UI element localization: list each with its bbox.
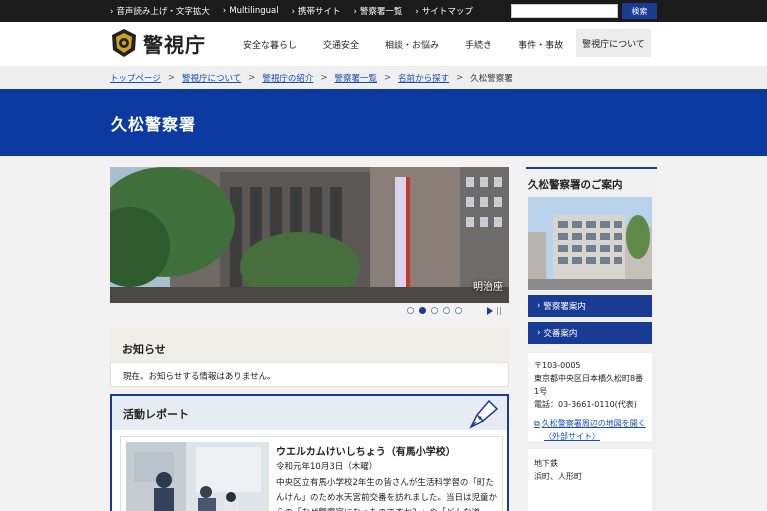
breadcrumb-separator: > bbox=[320, 72, 328, 83]
global-nav: 安全な暮らし 交通安全 相談・お悩み 手続き 事件・事故 警視庁について bbox=[230, 22, 651, 66]
breadcrumb-list: トップページ > 警視庁について > 警視庁の紹介 > 警察署一覧 > 名前から… bbox=[110, 66, 513, 89]
report-header: 活動レポート bbox=[112, 396, 507, 430]
title-band: 久松警察署 bbox=[0, 89, 767, 156]
station-guide-button[interactable]: 警察署案内 bbox=[528, 295, 652, 317]
utility-bar: 音声読み上げ・文字拡大 Multilingual 携帯サイト 警察署一覧 サイト… bbox=[0, 0, 767, 22]
breadcrumb-link-by-name[interactable]: 名前から探す bbox=[398, 72, 449, 84]
station-access-box: 地下鉄 浜町、人形町 bbox=[528, 449, 652, 511]
slide-photo-image bbox=[110, 167, 509, 303]
notice-body: 現在、お知らせする情報はありません。 bbox=[110, 362, 509, 387]
breadcrumb: トップページ > 警視庁について > 警視庁の紹介 > 警察署一覧 > 名前から… bbox=[0, 66, 767, 89]
breadcrumb-separator: > bbox=[248, 72, 256, 83]
search-button[interactable]: 検索 bbox=[622, 3, 657, 19]
slider-dot[interactable] bbox=[407, 307, 414, 314]
phone-number: 電話：03-3661-0110(代表) bbox=[534, 400, 637, 409]
street-address: 東京都中央区日本橋久松町8番1号 bbox=[534, 374, 644, 396]
station-info-sidebar: 久松警察署のご案内 警察署案内 交番案内 〒103-0005 東京都中央区日本橋… bbox=[526, 167, 657, 511]
report-item-title[interactable]: ウエルカムけいしちょう（有馬小学校） bbox=[276, 443, 456, 458]
utility-links: 音声読み上げ・文字拡大 Multilingual 携帯サイト 警察署一覧 サイト… bbox=[110, 0, 473, 22]
koban-guide-button[interactable]: 交番案内 bbox=[528, 322, 652, 344]
breadcrumb-link-top[interactable]: トップページ bbox=[110, 72, 161, 84]
utility-link-sitemap[interactable]: サイトマップ bbox=[415, 5, 473, 17]
station-address-box: 〒103-0005 東京都中央区日本橋久松町8番1号 電話：03-3661-01… bbox=[528, 353, 652, 441]
report-item-date: 令和元年10月3日（木曜） bbox=[276, 462, 378, 472]
play-icon[interactable] bbox=[487, 307, 493, 315]
notice-section: お知らせ 現在、お知らせする情報はありません。 bbox=[110, 327, 509, 387]
report-photo-image bbox=[126, 442, 269, 511]
report-title: 活動レポート bbox=[123, 408, 189, 421]
slider-dot[interactable] bbox=[455, 307, 462, 314]
breadcrumb-separator: > bbox=[456, 72, 464, 83]
slide-caption: 明治座 bbox=[473, 282, 503, 293]
station-building-image bbox=[528, 197, 652, 290]
logo-text: 警視庁 bbox=[143, 32, 206, 57]
breadcrumb-separator: > bbox=[384, 72, 392, 83]
nav-incidents[interactable]: 事件・事故 bbox=[505, 22, 576, 66]
police-emblem-icon bbox=[112, 29, 136, 57]
nav-about[interactable]: 警視庁について bbox=[576, 29, 651, 57]
nav-procedures[interactable]: 手続き bbox=[452, 22, 505, 66]
nav-traffic-safety[interactable]: 交通安全 bbox=[310, 22, 372, 66]
utility-link-station-list[interactable]: 警察署一覧 bbox=[354, 5, 403, 17]
utility-link-mobile[interactable]: 携帯サイト bbox=[292, 5, 341, 17]
breadcrumb-link-about[interactable]: 警視庁について bbox=[182, 72, 241, 84]
report-card[interactable]: ウエルカムけいしちょう（有馬小学校） 令和元年10月3日（木曜） 中央区立有馬小… bbox=[120, 436, 503, 511]
activity-report-section: 活動レポート ウエルカムけいしちょう（有馬小学校） 令和元年10月3日（木曜） … bbox=[110, 394, 509, 511]
search-input[interactable] bbox=[511, 4, 618, 18]
breadcrumb-link-intro[interactable]: 警視庁の紹介 bbox=[262, 72, 313, 84]
nav-consultation[interactable]: 相談・お悩み bbox=[372, 22, 452, 66]
site-logo[interactable]: 警視庁 bbox=[110, 28, 206, 58]
breadcrumb-separator: > bbox=[167, 72, 175, 83]
access-stations: 浜町、人形町 bbox=[534, 472, 582, 481]
postal-code: 〒103-0005 bbox=[534, 361, 581, 370]
map-link[interactable]: 久松警察署周辺の地図を開く（外部サイト） bbox=[534, 417, 646, 443]
slider-dot-active[interactable] bbox=[419, 307, 426, 314]
report-item-text: 中央区立有馬小学校2年生の皆さんが生活科学習の「町たんけん」のため水天宮前交番を… bbox=[276, 478, 498, 511]
fountain-pen-icon bbox=[469, 399, 499, 429]
page-title: 久松警察署 bbox=[111, 115, 197, 134]
notice-text: 現在、お知らせする情報はありません。 bbox=[123, 372, 276, 382]
slider-dots bbox=[407, 307, 462, 314]
photo-slider[interactable]: 明治座 bbox=[110, 167, 509, 303]
slider-dot[interactable] bbox=[443, 307, 450, 314]
nav-safe-living[interactable]: 安全な暮らし bbox=[230, 22, 310, 66]
slider-dot[interactable] bbox=[431, 307, 438, 314]
breadcrumb-link-station-list[interactable]: 警察署一覧 bbox=[334, 72, 377, 84]
site-header: 警視庁 安全な暮らし 交通安全 相談・お悩み 手続き 事件・事故 警視庁について bbox=[0, 22, 767, 66]
notice-title: お知らせ bbox=[122, 343, 166, 356]
utility-link-multilingual[interactable]: Multilingual bbox=[223, 6, 278, 16]
sidebar-title: 久松警察署のご案内 bbox=[528, 179, 623, 191]
breadcrumb-current: 久松警察署 bbox=[470, 73, 513, 84]
utility-link-accessibility[interactable]: 音声読み上げ・文字拡大 bbox=[110, 5, 210, 17]
access-label: 地下鉄 bbox=[534, 459, 558, 468]
pause-icon[interactable] bbox=[497, 307, 501, 315]
